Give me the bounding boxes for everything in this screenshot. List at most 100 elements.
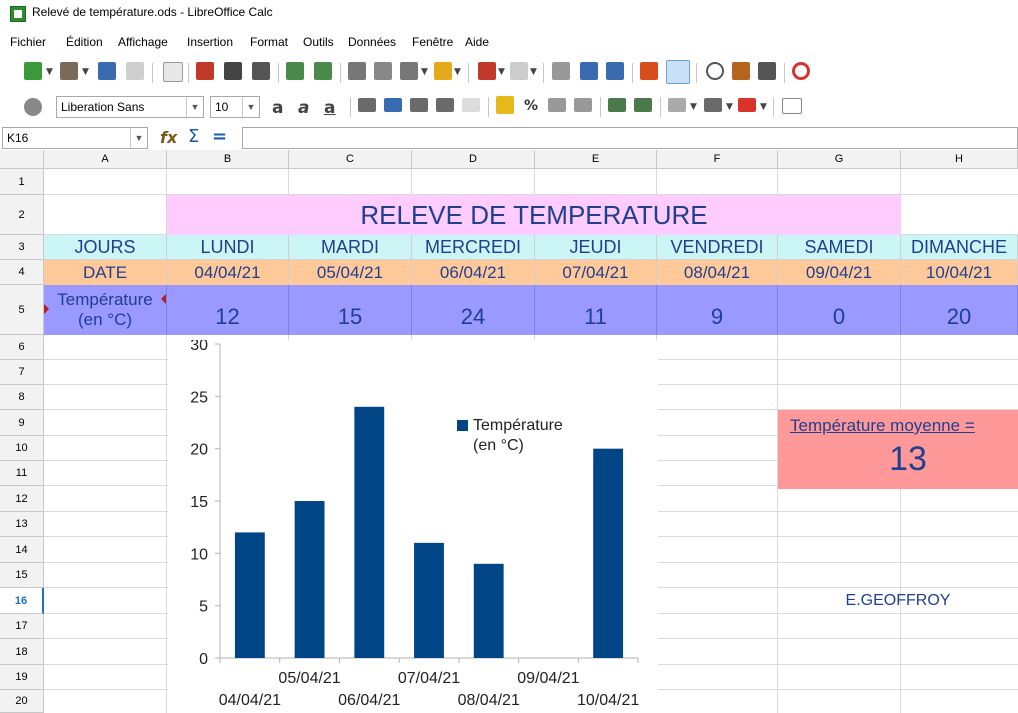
align-center-icon[interactable] xyxy=(384,98,402,112)
chevron-down-icon[interactable]: ▼ xyxy=(690,102,697,112)
paste-icon[interactable] xyxy=(400,62,418,80)
row-header[interactable]: 3 xyxy=(0,235,44,260)
undo-icon[interactable] xyxy=(478,62,496,80)
row-header[interactable]: 7 xyxy=(0,360,44,385)
row-header[interactable]: 9 xyxy=(0,410,44,436)
new-document-icon[interactable] xyxy=(24,62,42,80)
font-name-box[interactable]: Liberation Sans ▼ xyxy=(56,96,204,118)
day-cell[interactable]: MERCREDI xyxy=(412,235,535,260)
row-header-selected[interactable]: 16 xyxy=(0,588,44,614)
bold-icon[interactable]: a xyxy=(272,98,283,118)
row-header[interactable]: 17 xyxy=(0,614,44,639)
temp-label-cell[interactable]: Température (en °C) xyxy=(44,285,167,335)
border-style-icon[interactable] xyxy=(704,98,722,112)
row-header[interactable]: 15 xyxy=(0,563,44,588)
justify-icon[interactable] xyxy=(436,98,454,112)
column-header-h[interactable]: H xyxy=(901,150,1018,169)
column-header-e[interactable]: E xyxy=(535,150,657,169)
print-preview-icon[interactable] xyxy=(252,62,270,80)
align-right-icon[interactable] xyxy=(410,98,428,112)
formula-input[interactable] xyxy=(242,127,1018,149)
edit-mode-icon[interactable] xyxy=(163,62,183,82)
temperature-bar-chart[interactable]: 0 5 10 15 20 25 30 04/04/21 05/04/21 06/04/21 07/0… xyxy=(168,340,658,713)
day-cell[interactable]: SAMEDI xyxy=(778,235,901,260)
menu-fenetre[interactable]: Fenêtre xyxy=(412,35,453,49)
temp-cell[interactable]: 24 xyxy=(412,285,535,335)
menu-affichage[interactable]: Affichage xyxy=(118,35,168,49)
special-character-icon[interactable] xyxy=(706,62,724,80)
sum-icon[interactable]: Σ xyxy=(188,126,199,147)
number-format-icon[interactable] xyxy=(548,98,566,112)
chevron-down-icon[interactable]: ▼ xyxy=(186,97,203,117)
formula-icon[interactable]: = xyxy=(212,126,227,147)
row-header[interactable]: 14 xyxy=(0,537,44,563)
sort-descending-icon[interactable] xyxy=(580,62,598,80)
chevron-down-icon[interactable]: ▼ xyxy=(421,67,428,77)
print-icon[interactable] xyxy=(224,62,242,80)
chevron-down-icon[interactable]: ▼ xyxy=(760,102,767,112)
chevron-down-icon[interactable]: ▼ xyxy=(82,67,89,77)
chevron-down-icon[interactable]: ▼ xyxy=(454,67,461,77)
sort-ascending-icon[interactable] xyxy=(606,62,624,80)
row-header[interactable]: 5 xyxy=(0,285,44,335)
insert-image-icon[interactable] xyxy=(732,62,750,80)
date-cell[interactable]: 08/04/21 xyxy=(657,260,778,285)
underline-icon[interactable]: a xyxy=(324,98,335,118)
redo-icon[interactable] xyxy=(510,62,528,80)
date-label-cell[interactable]: DATE xyxy=(44,260,167,285)
row-header[interactable]: 19 xyxy=(0,665,44,690)
clone-formatting-icon[interactable] xyxy=(434,62,452,80)
save-icon[interactable] xyxy=(98,62,116,80)
day-cell[interactable]: JEUDI xyxy=(535,235,657,260)
temp-cell[interactable]: 11 xyxy=(535,285,657,335)
column-header-d[interactable]: D xyxy=(412,150,535,169)
chevron-down-icon[interactable]: ▼ xyxy=(242,97,259,117)
row-header[interactable]: 11 xyxy=(0,461,44,486)
author-cell[interactable]: E.GEOFFROY xyxy=(778,588,1018,614)
sheet-title-cell[interactable]: RELEVE DE TEMPERATURE xyxy=(167,195,901,235)
row-header[interactable]: 20 xyxy=(0,690,44,713)
sidebar-toggle-icon[interactable] xyxy=(24,98,42,116)
cut-icon[interactable] xyxy=(348,62,366,80)
temp-cell[interactable]: 15 xyxy=(289,285,412,335)
average-box[interactable]: Température moyenne = 13 xyxy=(778,410,1018,489)
temp-cell[interactable]: 12 xyxy=(167,285,289,335)
row-header[interactable]: 12 xyxy=(0,486,44,512)
chevron-down-icon[interactable]: ▼ xyxy=(130,128,147,148)
menu-aide[interactable]: Aide xyxy=(465,35,489,49)
help-lifebuoy-icon[interactable] xyxy=(792,62,810,80)
freeze-panes-icon[interactable] xyxy=(782,98,802,114)
day-cell[interactable]: VENDREDI xyxy=(657,235,778,260)
export-pdf-icon[interactable] xyxy=(196,62,214,80)
percent-icon[interactable]: % xyxy=(524,98,538,114)
column-header-a[interactable]: A xyxy=(44,150,167,169)
decrease-indent-icon[interactable] xyxy=(634,98,652,112)
date-cell[interactable]: 07/04/21 xyxy=(535,260,657,285)
select-all-corner[interactable] xyxy=(0,150,44,169)
date-cell[interactable]: 06/04/21 xyxy=(412,260,535,285)
align-left-icon[interactable] xyxy=(358,98,376,112)
chevron-down-icon[interactable]: ▼ xyxy=(46,67,53,77)
day-cell[interactable]: DIMANCHE xyxy=(901,235,1018,260)
menu-fichier[interactable]: Fichier xyxy=(10,35,46,49)
column-header-c[interactable]: C xyxy=(289,150,412,169)
chevron-down-icon[interactable]: ▼ xyxy=(726,102,733,112)
menu-format[interactable]: Format xyxy=(250,35,288,49)
column-header-g[interactable]: G xyxy=(778,150,901,169)
font-size-box[interactable]: 10 ▼ xyxy=(210,96,260,118)
borders-icon[interactable] xyxy=(668,98,686,112)
merge-cells-icon[interactable] xyxy=(462,98,480,112)
day-cell[interactable]: MARDI xyxy=(289,235,412,260)
italic-icon[interactable]: a xyxy=(298,98,309,118)
font-color-icon[interactable] xyxy=(738,98,756,112)
row-header[interactable]: 4 xyxy=(0,260,44,285)
chevron-down-icon[interactable]: ▼ xyxy=(498,67,505,77)
column-header-b[interactable]: B xyxy=(167,150,289,169)
row-header[interactable]: 13 xyxy=(0,512,44,537)
name-box[interactable]: K16 ▼ xyxy=(2,127,148,149)
temp-cell[interactable]: 9 xyxy=(657,285,778,335)
menu-edition[interactable]: Édition xyxy=(66,35,103,49)
function-wizard-icon[interactable]: fx xyxy=(160,128,177,147)
row-header[interactable]: 10 xyxy=(0,436,44,461)
pivot-table-icon[interactable] xyxy=(666,60,690,84)
